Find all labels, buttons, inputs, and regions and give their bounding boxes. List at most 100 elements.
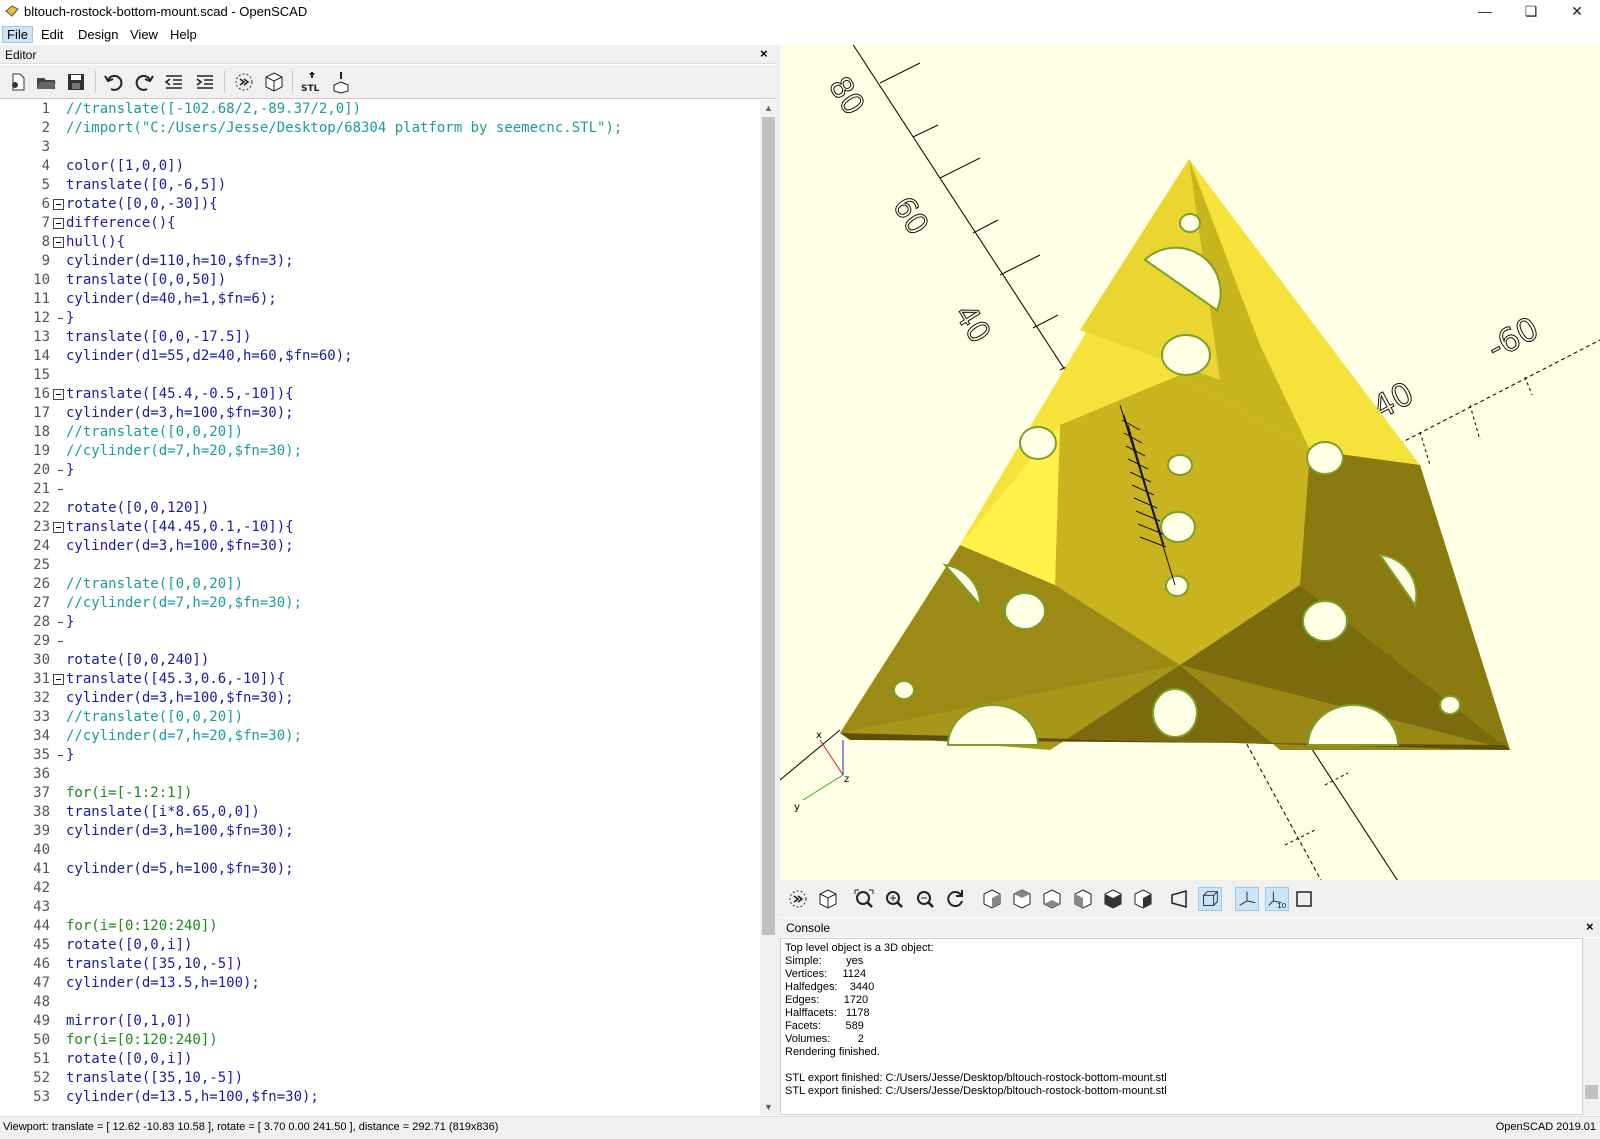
view-front-icon[interactable]	[1101, 887, 1125, 911]
code-line[interactable]: hull(){	[66, 233, 125, 252]
code-line[interactable]: translate([44.45,0.1,-10]){	[66, 518, 294, 537]
indent-icon[interactable]	[193, 70, 217, 94]
code-line[interactable]: cylinder(d=3,h=100,$fn=30);	[66, 537, 294, 556]
render-icon[interactable]	[262, 70, 286, 94]
unindent-icon[interactable]	[162, 70, 186, 94]
code-line[interactable]: }	[66, 309, 74, 328]
code-line[interactable]: rotate([0,0,i])	[66, 1050, 192, 1069]
show-scale-markers-icon[interactable]: 10	[1265, 887, 1289, 911]
fold-marker-icon[interactable]	[53, 218, 64, 229]
view-back-icon[interactable]	[1131, 887, 1155, 911]
fold-marker-icon[interactable]	[53, 674, 64, 685]
scroll-down-arrow-icon[interactable]: ▼	[760, 1099, 777, 1115]
console-vertical-scrollbar[interactable]	[1583, 938, 1600, 1115]
code-line[interactable]: translate([i*8.65,0,0])	[66, 803, 260, 822]
view-top-icon[interactable]	[1010, 887, 1034, 911]
code-line[interactable]: mirror([0,1,0])	[66, 1012, 192, 1031]
code-line[interactable]: difference(){	[66, 214, 176, 233]
console-output[interactable]: Top level object is a 3D object: Simple: …	[780, 938, 1583, 1115]
code-line[interactable]: //import("C:/Users/Jesse/Desktop/68304 p…	[66, 119, 622, 138]
code-line[interactable]: cylinder(d=3,h=100,$fn=30);	[66, 689, 294, 708]
code-line[interactable]: translate([0,-6,5])	[66, 176, 226, 195]
zoom-in-icon[interactable]	[882, 887, 906, 911]
code-line[interactable]: cylinder(d=13.5,h=100,$fn=30);	[66, 1088, 319, 1107]
editor-close-icon[interactable]: ×	[760, 46, 768, 61]
code-line[interactable]: //cylinder(d=7,h=20,$fn=30);	[66, 727, 302, 746]
code-line[interactable]: translate([0,0,-17.5])	[66, 328, 251, 347]
zoom-out-icon[interactable]	[913, 887, 937, 911]
console-scroll-thumb[interactable]	[1585, 1085, 1598, 1099]
code-line[interactable]: //cylinder(d=7,h=20,$fn=30);	[66, 442, 302, 461]
code-line[interactable]: rotate([0,0,240])	[66, 651, 209, 670]
fold-marker-icon[interactable]	[53, 522, 64, 533]
send-to-print-icon[interactable]	[329, 70, 353, 94]
3d-viewport[interactable]: 80 60 40 -40 -60 x y z	[780, 45, 1600, 880]
code-line[interactable]: }	[66, 613, 74, 632]
export-stl-icon[interactable]: STL	[299, 70, 323, 94]
menu-help[interactable]: Help	[166, 26, 201, 43]
render-icon[interactable]	[816, 887, 840, 911]
code-line[interactable]: translate([35,10,-5])	[66, 955, 243, 974]
menu-edit[interactable]: Edit	[37, 26, 67, 43]
code-line[interactable]: //translate([0,0,20])	[66, 708, 243, 727]
code-line[interactable]: cylinder(d=40,h=1,$fn=6);	[66, 290, 277, 309]
fold-marker-icon[interactable]	[53, 199, 64, 210]
undo-icon[interactable]	[102, 70, 126, 94]
code-line[interactable]: }	[66, 461, 74, 480]
redo-icon[interactable]	[132, 70, 156, 94]
save-icon[interactable]	[64, 70, 88, 94]
fold-marker-icon[interactable]	[53, 237, 64, 248]
code-editor[interactable]: 1 //translate([-102.68/2,-89.37/2,0]) 2 //i…	[0, 100, 760, 1115]
code-line[interactable]: //translate([-102.68/2,-89.37/2,0])	[66, 100, 361, 119]
view-left-icon[interactable]	[1071, 887, 1095, 911]
status-bar: Viewport: translate = [ 12.62 -10.83 10.…	[0, 1116, 1600, 1139]
code-line[interactable]: cylinder(d1=55,d2=40,h=60,$fn=60);	[66, 347, 353, 366]
menu-view[interactable]: View	[126, 26, 162, 43]
show-axes-icon[interactable]	[1235, 887, 1259, 911]
code-line[interactable]: rotate([0,0,i])	[66, 936, 192, 955]
code-line[interactable]: cylinder(d=3,h=100,$fn=30);	[66, 822, 294, 841]
menu-design[interactable]: Design	[74, 26, 122, 43]
new-file-icon[interactable]	[6, 70, 30, 94]
code-line[interactable]: for(i=[0:120:240])	[66, 917, 218, 936]
code-line[interactable]: //cylinder(d=7,h=20,$fn=30);	[66, 594, 302, 613]
line-number: 43	[33, 899, 50, 915]
open-file-icon[interactable]	[34, 70, 58, 94]
code-line[interactable]: }	[66, 746, 74, 765]
code-line[interactable]: translate([0,0,50])	[66, 271, 226, 290]
code-line[interactable]: translate([45.4,-0.5,-10]){	[66, 385, 294, 404]
editor-vertical-scrollbar[interactable]: ▲ ▼	[760, 100, 777, 1115]
code-line[interactable]: for(i=[-1:2:1])	[66, 784, 192, 803]
scroll-up-arrow-icon[interactable]: ▲	[760, 100, 777, 116]
fold-marker-icon[interactable]	[53, 389, 64, 400]
preview-icon[interactable]	[232, 70, 256, 94]
view-all-icon[interactable]	[852, 887, 876, 911]
code-line[interactable]: cylinder(d=3,h=100,$fn=30);	[66, 404, 294, 423]
console-close-icon[interactable]: ×	[1586, 919, 1594, 934]
view-right-icon[interactable]	[980, 887, 1004, 911]
view-bottom-icon[interactable]	[1040, 887, 1064, 911]
reset-view-icon[interactable]	[943, 887, 967, 911]
code-line[interactable]: rotate([0,0,120])	[66, 499, 209, 518]
code-line[interactable]: cylinder(d=5,h=100,$fn=30);	[66, 860, 294, 879]
menu-file[interactable]: File	[2, 26, 33, 43]
code-line[interactable]: //translate([0,0,20])	[66, 423, 243, 442]
code-line[interactable]: color([1,0,0])	[66, 157, 184, 176]
close-window-button[interactable]: ✕	[1554, 0, 1600, 24]
perspective-icon[interactable]	[1168, 887, 1192, 911]
show-edges-icon[interactable]	[1292, 887, 1316, 911]
line-number: 27	[33, 595, 50, 611]
restore-button[interactable]: ❏	[1508, 0, 1554, 24]
line-number: 34	[33, 728, 50, 744]
minimize-button[interactable]: —	[1462, 0, 1508, 24]
editor-scroll-thumb[interactable]	[762, 117, 775, 935]
code-line[interactable]: //translate([0,0,20])	[66, 575, 243, 594]
code-line[interactable]: cylinder(d=13.5,h=100);	[66, 974, 260, 993]
code-line[interactable]: for(i=[0:120:240])	[66, 1031, 218, 1050]
code-line[interactable]: rotate([0,0,-30]){	[66, 195, 218, 214]
preview-icon[interactable]	[786, 887, 810, 911]
code-line[interactable]: translate([35,10,-5])	[66, 1069, 243, 1088]
code-line[interactable]: cylinder(d=110,h=10,$fn=3);	[66, 252, 294, 271]
orthogonal-icon[interactable]	[1198, 887, 1222, 911]
code-line[interactable]: translate([45.3,0.6,-10]){	[66, 670, 285, 689]
